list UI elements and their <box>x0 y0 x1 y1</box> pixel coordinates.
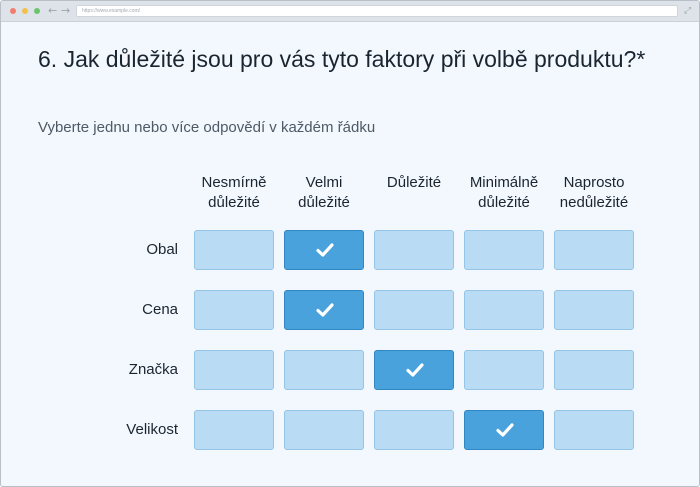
check-icon <box>316 243 334 257</box>
column-header: Minimálně důležité <box>469 174 539 211</box>
expand-icon[interactable]: ⤢ <box>684 5 691 17</box>
rating-option-cell[interactable] <box>464 230 544 270</box>
rating-option-cell[interactable] <box>554 230 634 270</box>
rating-option-cell[interactable] <box>194 350 274 390</box>
row-label: Velikost <box>126 421 178 438</box>
rating-option-cell[interactable] <box>284 290 364 330</box>
rating-option-cell[interactable] <box>194 230 274 270</box>
address-bar-url: https://www.example.com/ <box>82 8 141 14</box>
rating-option-cell[interactable] <box>464 410 544 450</box>
rating-option-cell[interactable] <box>554 410 634 450</box>
back-arrow-icon[interactable]: ← <box>48 5 57 17</box>
row-label: Obal <box>146 241 178 258</box>
row-label: Značka <box>128 361 178 378</box>
column-header: Důležité <box>386 174 442 191</box>
close-window-button[interactable] <box>10 8 16 14</box>
check-icon <box>496 423 514 437</box>
rating-option-cell[interactable] <box>374 290 454 330</box>
rating-option-cell[interactable] <box>284 410 364 450</box>
rating-option-cell[interactable] <box>194 290 274 330</box>
forward-arrow-icon[interactable]: → <box>61 5 70 17</box>
rating-option-cell[interactable] <box>374 410 454 450</box>
address-bar[interactable]: https://www.example.com/ <box>76 5 678 17</box>
check-icon <box>406 363 424 377</box>
rating-option-cell[interactable] <box>284 350 364 390</box>
rating-option-cell[interactable] <box>194 410 274 450</box>
rating-option-cell[interactable] <box>374 230 454 270</box>
rating-option-cell[interactable] <box>464 350 544 390</box>
minimize-window-button[interactable] <box>22 8 28 14</box>
browser-window: ← → https://www.example.com/ ⤢ 6. Jak dů… <box>0 0 700 487</box>
question-instructions: Vyberte jednu nebo více odpovědí v každé… <box>38 119 376 136</box>
column-header: Nesmírně důležité <box>201 174 267 211</box>
check-icon <box>316 303 334 317</box>
question-title: 6. Jak důležité jsou pro vás tyto faktor… <box>38 46 646 72</box>
rating-option-cell[interactable] <box>554 290 634 330</box>
rating-option-cell[interactable] <box>374 350 454 390</box>
browser-toolbar: ← → https://www.example.com/ ⤢ <box>1 1 699 22</box>
column-header: Naprosto nedůležité <box>559 174 629 211</box>
maximize-window-button[interactable] <box>34 8 40 14</box>
rating-option-cell[interactable] <box>554 350 634 390</box>
column-header: Velmi důležité <box>298 174 350 211</box>
survey-question: 6. Jak důležité jsou pro vás tyto faktor… <box>1 22 699 486</box>
row-label: Cena <box>142 301 178 318</box>
rating-option-cell[interactable] <box>464 290 544 330</box>
rating-option-cell[interactable] <box>284 230 364 270</box>
